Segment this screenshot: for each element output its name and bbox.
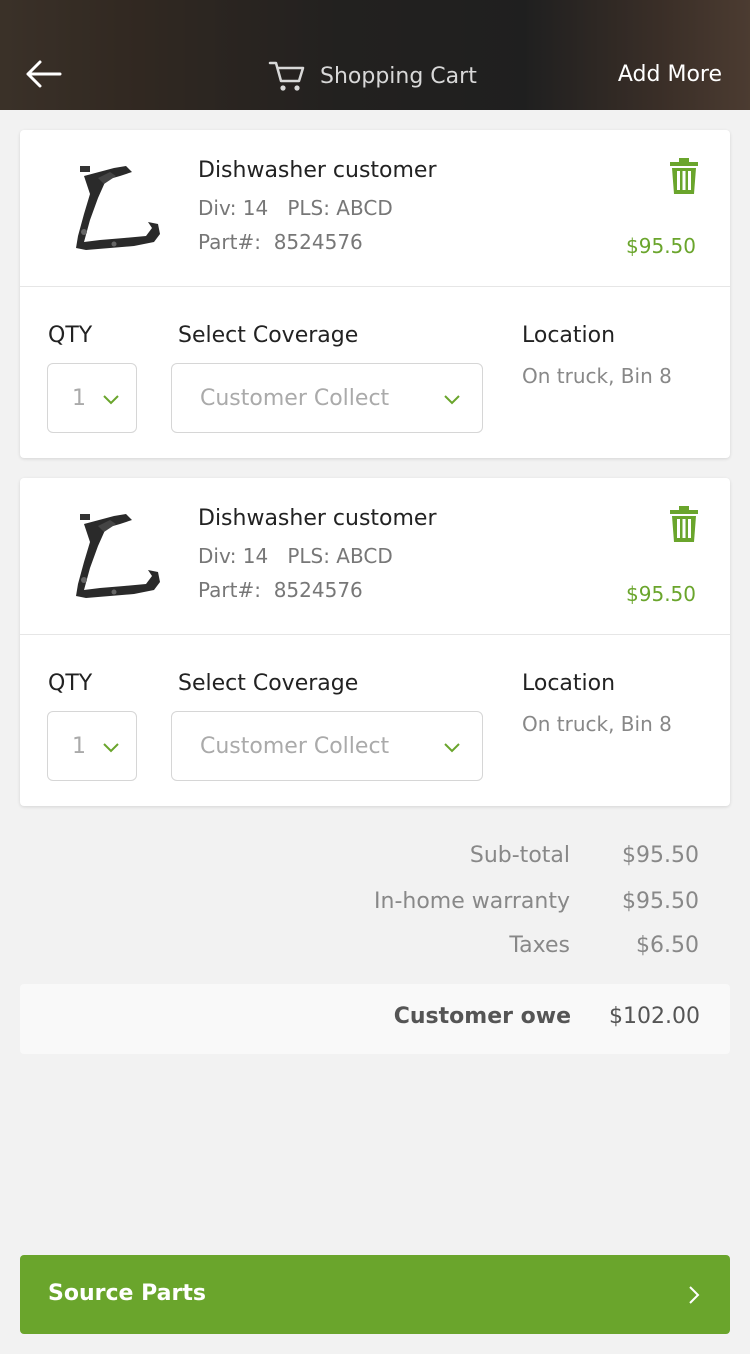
- header-title-group: Shopping Cart: [268, 58, 477, 94]
- part-thumbnail: [76, 166, 160, 250]
- location-label: Location: [522, 671, 616, 696]
- page-title: Shopping Cart: [320, 63, 477, 89]
- chevron-down-icon: [103, 395, 119, 405]
- item-part-number: Part#: 8524576: [198, 578, 363, 602]
- qty-label: QTY: [48, 671, 93, 696]
- trash-icon[interactable]: [670, 158, 698, 194]
- item-part-number: Part#: 8524576: [198, 230, 363, 254]
- chevron-right-icon: [689, 1286, 700, 1304]
- add-more-button[interactable]: Add More: [618, 62, 722, 87]
- coverage-select[interactable]: Customer Collect: [171, 363, 483, 433]
- coverage-label: Select Coverage: [178, 323, 359, 348]
- coverage-value: Customer Collect: [200, 385, 390, 411]
- chevron-down-icon: [444, 395, 460, 405]
- customer-owe-label: Customer owe: [393, 1004, 571, 1029]
- shopping-cart-icon: [268, 61, 305, 91]
- coverage-label: Select Coverage: [178, 671, 359, 696]
- subtotal-value: $95.50: [622, 843, 699, 868]
- item-div-pls: Div: 14 PLS: ABCD: [198, 544, 393, 568]
- customer-owe-value: $102.00: [609, 1004, 700, 1029]
- warranty-value: $95.50: [622, 889, 699, 914]
- item-price: $95.50: [626, 582, 696, 606]
- part-thumbnail: [76, 514, 160, 598]
- chevron-down-icon: [103, 743, 119, 753]
- location-value: On truck, Bin 8: [522, 364, 672, 388]
- qty-value: 1: [72, 385, 86, 411]
- taxes-value: $6.50: [636, 933, 699, 958]
- item-name: Dishwasher customer: [198, 506, 437, 531]
- chevron-down-icon: [444, 743, 460, 753]
- cart-item-card: Dishwasher customer Div: 14 PLS: ABCD Pa…: [20, 130, 730, 458]
- qty-select[interactable]: 1: [47, 363, 137, 433]
- source-parts-label: Source Parts: [48, 1281, 206, 1306]
- cart-item-summary: Dishwasher customer Div: 14 PLS: ABCD Pa…: [20, 130, 730, 287]
- qty-label: QTY: [48, 323, 93, 348]
- trash-icon[interactable]: [670, 506, 698, 542]
- location-value: On truck, Bin 8: [522, 712, 672, 736]
- arrow-left-icon[interactable]: [24, 56, 64, 92]
- qty-value: 1: [72, 733, 86, 759]
- cart-item-card: Dishwasher customer Div: 14 PLS: ABCD Pa…: [20, 478, 730, 806]
- header-bar: Shopping Cart Add More: [0, 0, 750, 110]
- subtotal-label: Sub-total: [469, 843, 570, 868]
- coverage-select[interactable]: Customer Collect: [171, 711, 483, 781]
- customer-owe-row: Customer owe $102.00: [20, 984, 730, 1054]
- warranty-label: In-home warranty: [374, 889, 570, 914]
- location-label: Location: [522, 323, 616, 348]
- taxes-label: Taxes: [509, 933, 570, 958]
- source-parts-button[interactable]: Source Parts: [20, 1255, 730, 1334]
- cart-item-summary: Dishwasher customer Div: 14 PLS: ABCD Pa…: [20, 478, 730, 635]
- coverage-value: Customer Collect: [200, 733, 390, 759]
- item-name: Dishwasher customer: [198, 158, 437, 183]
- item-price: $95.50: [626, 234, 696, 258]
- item-div-pls: Div: 14 PLS: ABCD: [198, 196, 393, 220]
- qty-select[interactable]: 1: [47, 711, 137, 781]
